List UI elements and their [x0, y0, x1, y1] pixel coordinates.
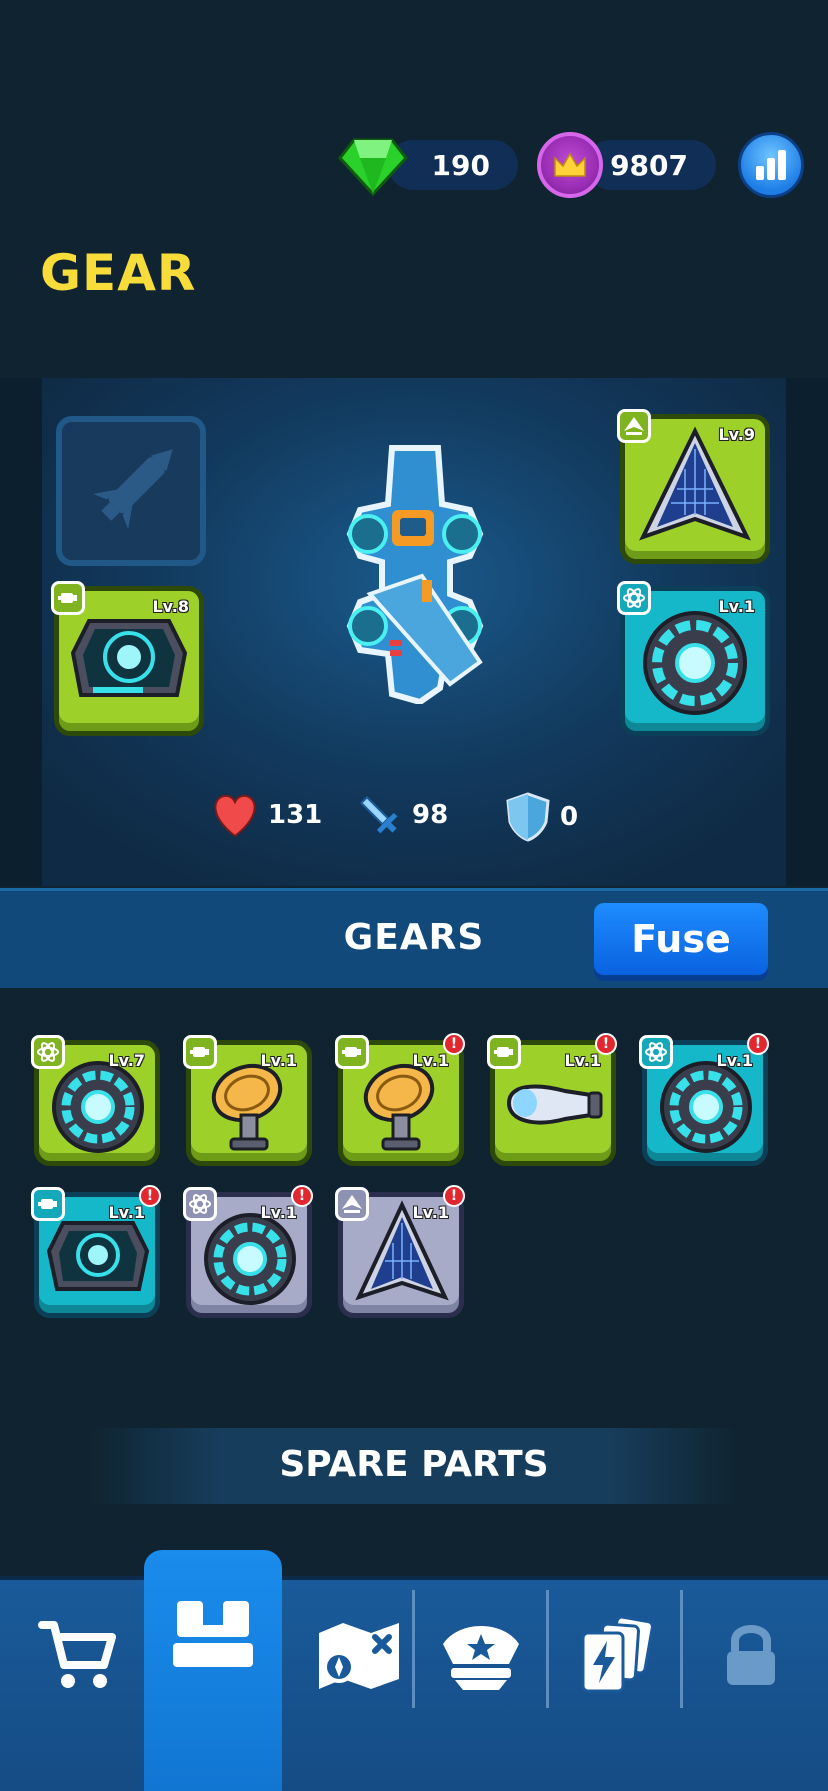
atom-icon [645, 1042, 667, 1062]
gear-level: Lv.7 [108, 1051, 145, 1070]
gear-card[interactable]: Lv.1! [487, 1033, 617, 1166]
gear-level: Lv.1 [260, 1051, 297, 1070]
gear-card[interactable]: Lv.7 [31, 1035, 160, 1166]
attack-stat: 98 [354, 792, 448, 838]
gear-card[interactable]: Lv.1! [335, 1033, 465, 1166]
gem-icon [338, 130, 408, 200]
engine-icon [190, 1047, 209, 1057]
captain-icon [443, 1626, 519, 1690]
fuse-button[interactable]: Fuse [594, 903, 768, 975]
gear-card[interactable]: Lv.1! [183, 1185, 313, 1318]
wing-type-badge [335, 1187, 369, 1221]
crown-icon [537, 132, 603, 198]
engine-type-badge [335, 1035, 369, 1069]
nav-captain[interactable] [416, 1590, 546, 1720]
crown-counter[interactable]: 9807 [586, 140, 716, 190]
engine-icon [38, 1199, 57, 1209]
gear-card[interactable]: Lv.1! [639, 1033, 769, 1166]
new-alert-badge: ! [595, 1033, 617, 1055]
nav-locked[interactable] [686, 1590, 816, 1720]
ship-icon [342, 1195, 362, 1213]
hangar-edge-left [0, 378, 42, 886]
gear-level: Lv.1 [260, 1203, 297, 1222]
engine-gear-icon [70, 619, 188, 697]
weapon-slot-empty[interactable] [56, 416, 206, 566]
reactor-gear-icon [643, 611, 747, 715]
page-title: GEAR [40, 244, 197, 302]
player-ship [346, 445, 484, 704]
wing-slot[interactable]: Lv.9 [617, 409, 770, 564]
crown-count: 9807 [610, 148, 688, 182]
new-alert-badge: ! [747, 1033, 769, 1055]
lock-icon [727, 1625, 775, 1685]
bar-chart-icon [756, 150, 786, 180]
sword-icon [359, 795, 398, 834]
cards-icon [581, 1615, 654, 1693]
atom-icon [37, 1042, 59, 1062]
gear-level: Lv.1 [412, 1051, 449, 1070]
leaderboard-button[interactable] [738, 132, 804, 198]
reactor-type-badge [639, 1035, 673, 1069]
reactor-type-badge [31, 1035, 65, 1069]
spare-parts-title: SPARE PARTS [279, 1444, 549, 1485]
heart-icon [214, 794, 256, 838]
engine-type-badge [183, 1035, 217, 1069]
engine-type-badge [487, 1035, 521, 1069]
atom-icon [189, 1194, 211, 1214]
gear-card[interactable]: Lv.1! [335, 1185, 465, 1318]
wing-gear-icon [639, 426, 751, 541]
nav-divider [546, 1590, 549, 1708]
engine-slot[interactable]: Lv.8 [51, 581, 204, 736]
health-value: 131 [268, 800, 323, 830]
health-stat: 131 [210, 792, 322, 838]
gear-card[interactable]: Lv.1 [183, 1035, 312, 1166]
reactor-type-badge [183, 1187, 217, 1221]
engine-icon [494, 1047, 513, 1057]
missile-icon [92, 449, 173, 530]
attack-value: 98 [412, 800, 449, 830]
defense-value: 0 [560, 802, 579, 832]
engine-icon [342, 1047, 361, 1057]
reactor-slot[interactable]: Lv.1 [617, 581, 770, 736]
gear-level: Lv.1 [564, 1051, 601, 1070]
map-icon [319, 1623, 399, 1689]
shield-icon [506, 792, 550, 842]
gear-level: Lv.1 [108, 1203, 145, 1222]
gem-count: 190 [431, 148, 490, 182]
hangar-edge-right [786, 378, 828, 886]
new-alert-badge: ! [139, 1185, 161, 1207]
new-alert-badge: ! [443, 1033, 465, 1055]
new-alert-badge: ! [291, 1185, 313, 1207]
gear-level: Lv.1 [716, 1051, 753, 1070]
gear-hangar-icon [173, 1601, 253, 1667]
defense-stat: 0 [504, 792, 578, 842]
nav-map[interactable] [294, 1590, 424, 1720]
nav-shop[interactable] [12, 1590, 142, 1720]
cart-icon [38, 1621, 116, 1688]
new-alert-badge: ! [443, 1185, 465, 1207]
nav-divider [680, 1590, 683, 1708]
engine-type-badge [31, 1187, 65, 1221]
gear-level: Lv.1 [412, 1203, 449, 1222]
nav-divider [412, 1590, 415, 1708]
gear-card[interactable]: Lv.1! [31, 1185, 161, 1318]
nav-cards[interactable] [550, 1590, 680, 1720]
nav-gear[interactable] [148, 1570, 278, 1700]
